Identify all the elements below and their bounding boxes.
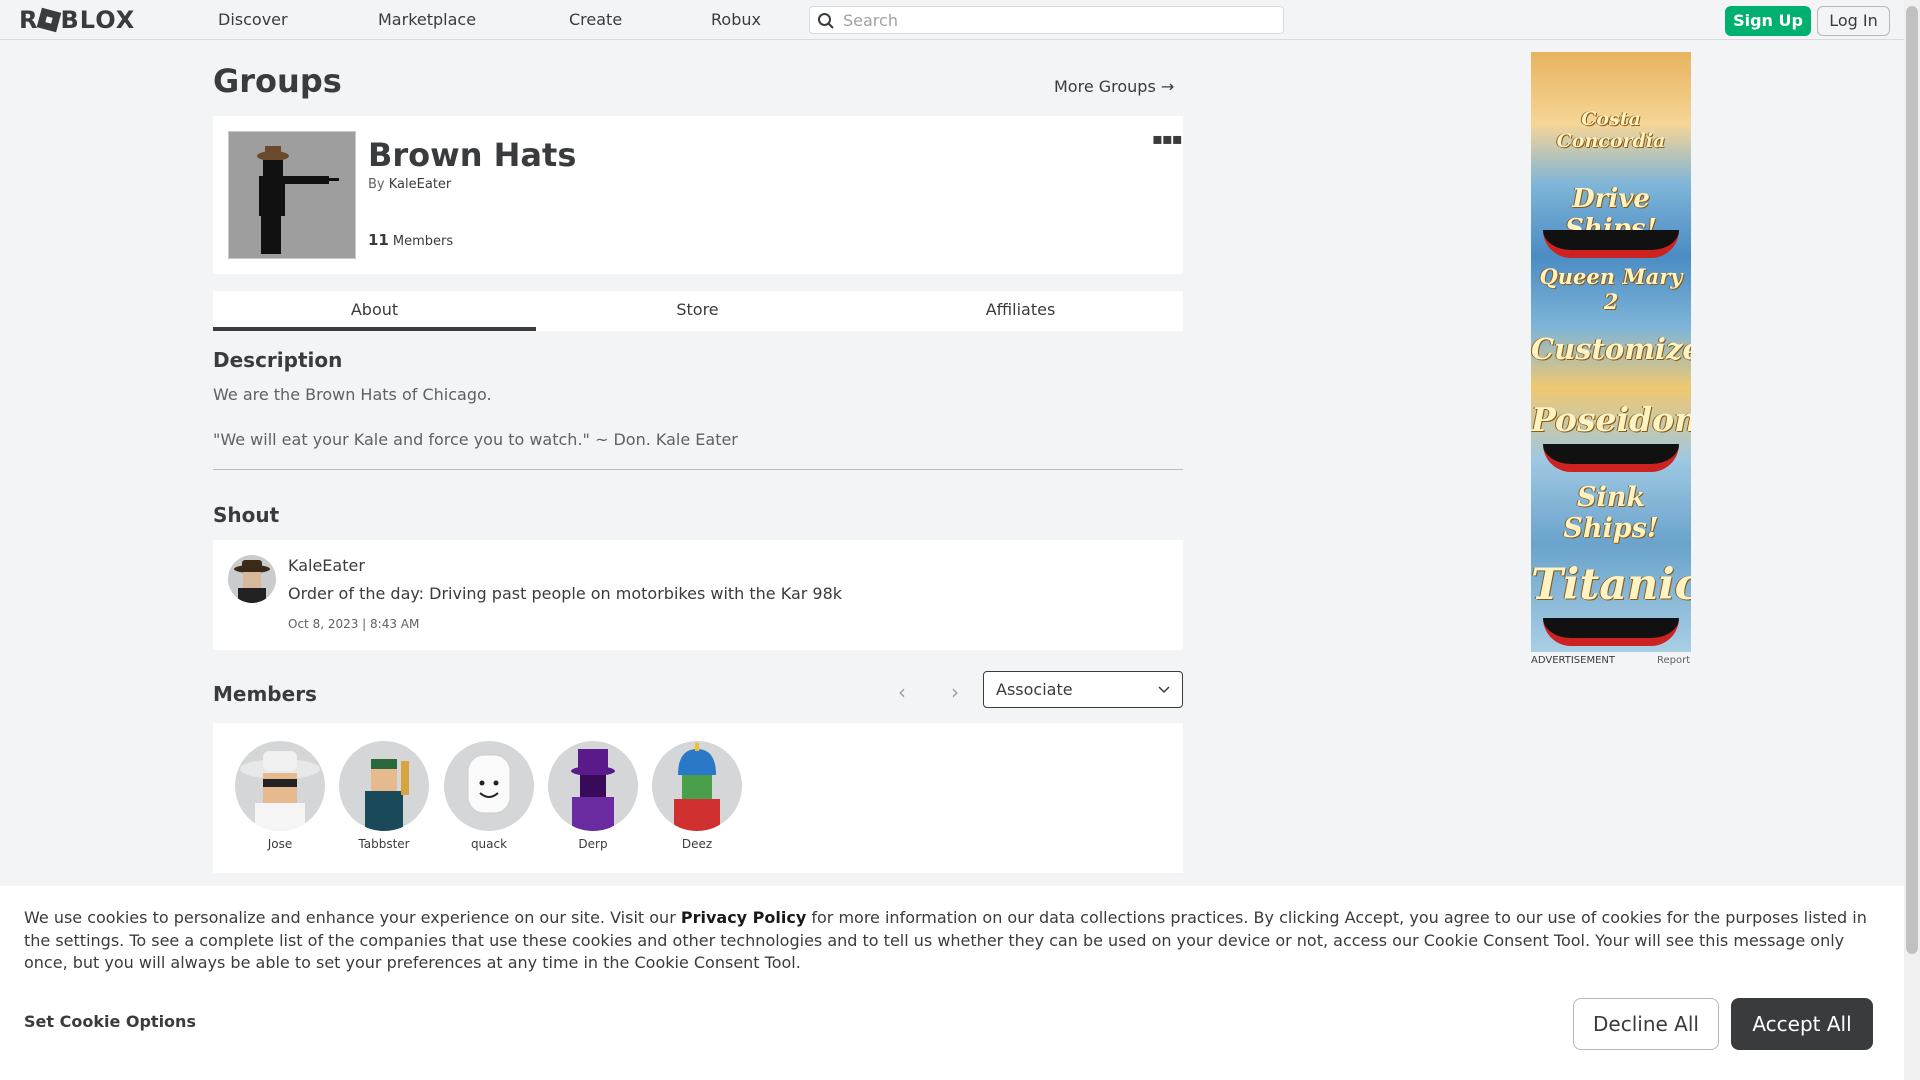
member-name: Jose — [267, 837, 293, 851]
green-knight-avatar-icon — [674, 743, 720, 831]
cookie-consent-banner: We use cookies to personalize and enhanc… — [0, 886, 1904, 1080]
privacy-policy-link[interactable]: Privacy Policy — [681, 908, 806, 927]
group-tabs: About Store Affiliates — [213, 291, 1183, 331]
group-owner-line: By KaleEater — [368, 177, 451, 192]
advertisement-label: ADVERTISEMENT — [1531, 655, 1616, 666]
shout-author-avatar[interactable] — [228, 555, 276, 603]
page-title: Groups — [213, 62, 342, 100]
role-select-value: Associate — [996, 680, 1073, 699]
shout-date: Oct 8, 2023 | 8:43 AM — [288, 617, 420, 631]
logo-o-icon — [37, 7, 62, 33]
description-line-2: "We will eat your Kale and force you to … — [213, 430, 738, 449]
nav-robux[interactable]: Robux — [711, 10, 761, 29]
member-name: quack — [470, 837, 508, 851]
ad-report-link[interactable]: Report — [1657, 655, 1690, 666]
smiley-avatar-icon — [467, 754, 511, 814]
members-list-card: Jose Tabbster quack Derp Deez — [213, 723, 1183, 873]
member-avatar — [339, 741, 429, 831]
decline-all-button[interactable]: Decline All — [1573, 998, 1719, 1050]
group-header-card: Brown Hats By KaleEater 11 Members ▪▪▪ — [213, 116, 1183, 274]
member-tile[interactable]: Derp — [548, 741, 638, 851]
ad-text: Customize! — [1531, 332, 1691, 366]
chevron-left-icon[interactable]: ‹ — [898, 680, 906, 704]
nav-marketplace[interactable]: Marketplace — [378, 10, 476, 29]
members-heading: Members — [213, 682, 317, 706]
roblox-logo[interactable]: R BLOX — [19, 6, 135, 34]
ad-text: Queen Mary 2 — [1539, 264, 1683, 314]
shout-heading: Shout — [213, 503, 280, 527]
member-count: 11 Members — [368, 231, 453, 249]
adventurer-avatar-icon — [365, 759, 409, 831]
description-heading: Description — [213, 348, 343, 372]
shout-card: KaleEater Order of the day: Driving past… — [213, 540, 1183, 650]
member-tile[interactable]: Jose — [235, 741, 325, 851]
group-by-label: By — [368, 177, 385, 192]
member-avatar — [548, 741, 638, 831]
chevron-down-icon — [1158, 686, 1170, 694]
page-scrollbar-thumb[interactable] — [1906, 6, 1918, 954]
member-count-value: 11 — [368, 231, 389, 249]
gunman-silhouette-icon — [257, 146, 339, 254]
ship-hull-icon — [1543, 230, 1679, 258]
member-count-label: Members — [392, 234, 454, 249]
description-line-1: We are the Brown Hats of Chicago. — [213, 385, 492, 404]
chevron-right-icon[interactable]: › — [951, 680, 959, 704]
sign-up-button[interactable]: Sign Up — [1725, 6, 1811, 36]
member-name: Tabbster — [358, 837, 410, 851]
section-divider — [213, 469, 1183, 470]
ad-text: Sink Ships! — [1563, 482, 1659, 544]
ad-text: Costa Concordia — [1556, 108, 1666, 152]
tab-about[interactable]: About — [213, 291, 536, 331]
group-emblem-image — [228, 131, 356, 259]
log-in-button[interactable]: Log In — [1817, 6, 1890, 36]
ship-hull-icon — [1543, 444, 1679, 472]
more-groups-link[interactable]: More Groups → — [1054, 77, 1174, 96]
purple-tophat-avatar-icon — [571, 749, 615, 831]
cookie-text-before: We use cookies to personalize and enhanc… — [24, 908, 681, 927]
set-cookie-options-link[interactable]: Set Cookie Options — [24, 1012, 196, 1031]
member-avatar — [444, 741, 534, 831]
nav-discover[interactable]: Discover — [218, 10, 288, 29]
fedora-avatar-icon — [234, 560, 270, 603]
ad-text: Poseidon — [1531, 400, 1691, 439]
search-input[interactable] — [843, 10, 1273, 30]
group-owner-link[interactable]: KaleEater — [389, 177, 452, 192]
group-name: Brown Hats — [368, 136, 577, 174]
nav-create[interactable]: Create — [569, 10, 622, 29]
member-tile[interactable]: Tabbster — [339, 741, 429, 851]
shout-text: Order of the day: Driving past people on… — [288, 584, 843, 603]
member-avatar — [652, 741, 742, 831]
member-avatar — [235, 741, 325, 831]
ship-hull-icon — [1543, 618, 1679, 646]
accept-all-button[interactable]: Accept All — [1731, 998, 1873, 1050]
cookie-message: We use cookies to personalize and enhanc… — [24, 907, 1884, 975]
shout-author-name[interactable]: KaleEater — [288, 556, 365, 575]
member-tile[interactable]: quack — [444, 741, 534, 851]
role-select-dropdown[interactable]: Associate — [983, 671, 1183, 708]
cowboy-avatar-icon — [240, 751, 320, 831]
search-icon — [818, 13, 834, 29]
member-name: Deez — [681, 837, 713, 851]
tab-store[interactable]: Store — [536, 291, 859, 331]
top-navigation-bar: R BLOX Discover Marketplace Create Robux … — [0, 0, 1904, 40]
member-name: Derp — [578, 837, 608, 851]
search-box — [809, 6, 1284, 34]
tab-affiliates[interactable]: Affiliates — [859, 291, 1182, 331]
member-tile[interactable]: Deez — [652, 741, 742, 851]
ad-text: Titanic — [1531, 560, 1691, 610]
more-options-icon[interactable]: ▪▪▪ — [1152, 129, 1183, 148]
advertisement-banner[interactable]: Costa Concordia Drive Ships! Queen Mary … — [1531, 52, 1691, 652]
